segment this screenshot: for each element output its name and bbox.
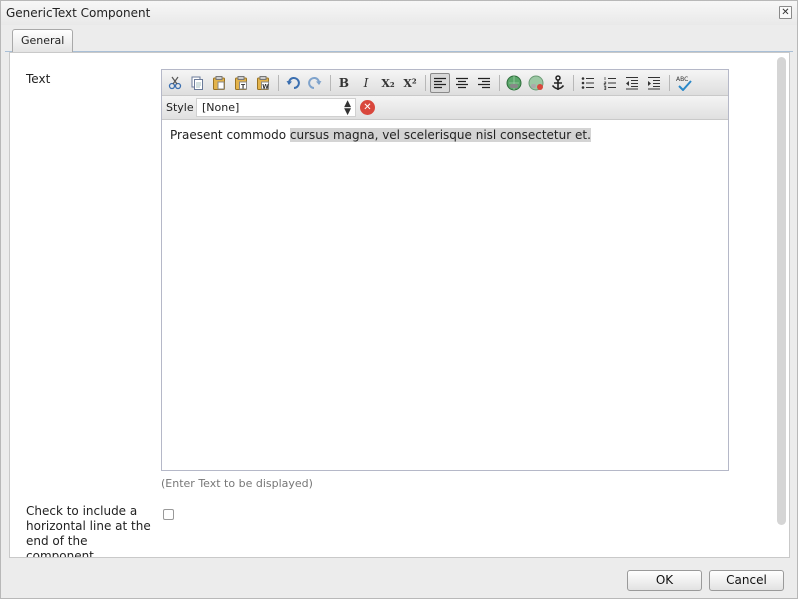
redo-icon — [308, 77, 322, 89]
bold-icon: B — [338, 76, 350, 90]
cut-button[interactable] — [165, 73, 185, 93]
outdent-icon — [626, 77, 638, 90]
unlink-icon — [528, 75, 544, 91]
select-arrows-icon: ▲ ▼ — [344, 99, 351, 117]
paste-wordhtml-button[interactable]: W — [253, 73, 273, 93]
style-select[interactable]: [None] ▲ ▼ — [196, 98, 356, 117]
style-label: Style — [166, 101, 194, 114]
link-button[interactable] — [504, 73, 524, 93]
undo-icon — [286, 77, 300, 89]
clear-style-button[interactable]: ✕ — [360, 100, 375, 115]
horizontal-line-label: Check to include a horizontal line at th… — [26, 504, 151, 558]
numbered-list-button[interactable] — [600, 73, 620, 93]
dialog-title: GenericText Component — [6, 6, 151, 20]
rich-text-editor: T W B I X₂ X² ABC Style [None] ▲ ▼ ✕ Pra… — [161, 69, 729, 471]
title-bar: GenericText Component ✕ — [1, 1, 797, 25]
bold-button[interactable]: B — [334, 73, 354, 93]
paste-wordhtml-icon: W — [257, 76, 269, 90]
subscript-button[interactable]: X₂ — [378, 73, 398, 93]
text-field-hint: (Enter Text to be displayed) — [161, 477, 313, 490]
close-button[interactable]: ✕ — [779, 6, 792, 19]
svg-text:ABC: ABC — [676, 76, 688, 83]
toolbar-separator — [499, 75, 500, 91]
spellcheck-button[interactable]: ABC — [674, 73, 694, 93]
svg-text:W: W — [262, 83, 269, 90]
paste-plaintext-icon: T — [235, 76, 247, 90]
style-toolbar: Style [None] ▲ ▼ ✕ — [162, 96, 728, 120]
close-icon: ✕ — [781, 7, 790, 18]
paste-button[interactable] — [209, 73, 229, 93]
link-icon — [506, 75, 522, 91]
undo-button[interactable] — [283, 73, 303, 93]
redo-button[interactable] — [305, 73, 325, 93]
panel-scrollbar[interactable] — [777, 57, 786, 525]
unlink-button[interactable] — [526, 73, 546, 93]
clear-icon: ✕ — [363, 102, 372, 113]
horizontal-line-checkbox[interactable] — [163, 509, 174, 520]
cut-icon — [168, 76, 182, 90]
cancel-button[interactable]: Cancel — [709, 570, 784, 591]
justify-left-button[interactable] — [430, 73, 450, 93]
toolbar-separator — [330, 75, 331, 91]
indent-button[interactable] — [644, 73, 664, 93]
tab-general[interactable]: General — [12, 29, 74, 52]
toolbar-separator — [278, 75, 279, 91]
subscript-icon: X₂ — [381, 76, 395, 90]
editor-toolbar: T W B I X₂ X² ABC — [162, 70, 728, 96]
dialog-window: GenericText Component ✕ General Text T W… — [0, 0, 798, 599]
ok-button[interactable]: OK — [627, 570, 702, 591]
indent-icon — [648, 77, 660, 90]
superscript-button[interactable]: X² — [400, 73, 420, 93]
form-panel: Text T W B I X₂ X² ABC Style [None] ▲ ▼ … — [9, 52, 790, 558]
numbered-list-icon — [603, 77, 616, 90]
italic-icon: I — [363, 76, 369, 90]
anchor-button[interactable] — [548, 73, 568, 93]
outdent-button[interactable] — [622, 73, 642, 93]
toolbar-separator — [669, 75, 670, 91]
justify-center-icon — [456, 77, 468, 89]
spellcheck-icon: ABC — [676, 76, 692, 91]
paste-plaintext-button[interactable]: T — [231, 73, 251, 93]
style-select-value: [None] — [202, 101, 240, 114]
paste-icon — [213, 76, 225, 90]
toolbar-separator — [425, 75, 426, 91]
justify-center-button[interactable] — [452, 73, 472, 93]
superscript-icon: X² — [403, 76, 417, 90]
copy-button[interactable] — [187, 73, 207, 93]
anchor-icon — [551, 75, 565, 90]
dialog-footer: OK Cancel — [9, 566, 790, 596]
editor-text: Praesent commodo — [170, 128, 290, 142]
editor-selected-text: cursus magna, vel scelerisque nisl conse… — [289, 128, 591, 142]
bulleted-list-button[interactable] — [578, 73, 598, 93]
italic-button[interactable]: I — [356, 73, 376, 93]
tab-strip: General — [5, 25, 793, 52]
justify-right-button[interactable] — [474, 73, 494, 93]
editor-content[interactable]: Praesent commodo cursus magna, vel scele… — [170, 128, 720, 142]
bulleted-list-icon — [581, 77, 594, 89]
toolbar-separator — [573, 75, 574, 91]
copy-icon — [191, 76, 203, 90]
text-field-label: Text — [26, 72, 51, 86]
justify-left-icon — [434, 77, 446, 89]
justify-right-icon — [478, 77, 490, 89]
